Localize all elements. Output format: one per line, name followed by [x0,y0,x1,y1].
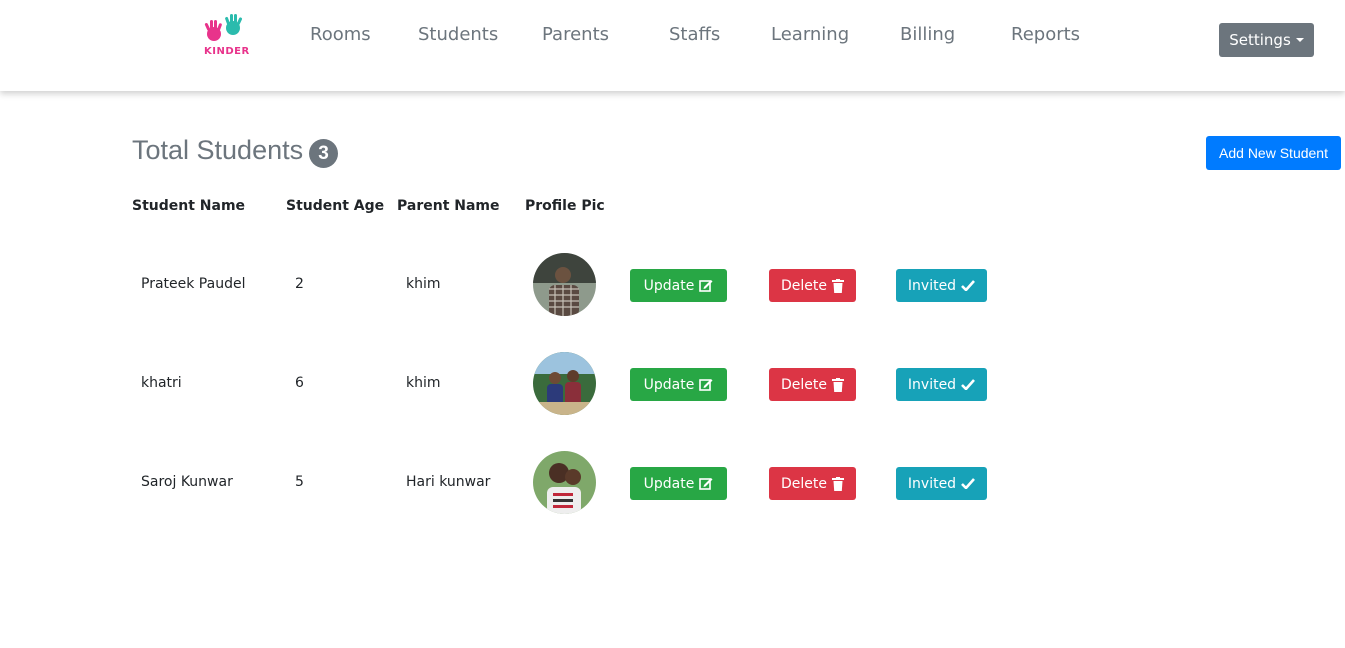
table-row: Saroj Kunwar 5 Hari kunwar Update Delete… [0,448,1345,518]
update-label: Update [643,475,695,492]
nav-item-staffs[interactable]: Staffs [669,24,720,45]
avatar [533,451,596,514]
header-parent-name: Parent Name [397,198,500,214]
table-row: Prateek Paudel 2 khim Update Delete Invi… [0,250,1345,320]
delete-button[interactable]: Delete [769,269,856,302]
avatar [533,352,596,415]
invited-label: Invited [907,277,957,294]
parent-name-cell: khim [406,375,441,391]
edit-icon [699,280,713,292]
settings-label: Settings [1229,31,1291,49]
trash-icon [832,476,844,491]
trash-icon [832,377,844,392]
check-icon [961,280,976,291]
header-profile-pic: Profile Pic [525,198,605,214]
update-button[interactable]: Update [630,467,727,500]
student-age-cell: 2 [295,276,304,292]
nav-item-parents[interactable]: Parents [542,24,609,45]
student-count-badge: 3 [309,139,338,168]
update-label: Update [643,277,695,294]
table-row: khatri 6 khim Update Delete Invited [0,349,1345,419]
edit-icon [699,478,713,490]
logo-text: KINDER [204,46,250,57]
nav-item-billing[interactable]: Billing [900,24,955,45]
kinder-logo[interactable]: KINDER [200,14,250,60]
invited-label: Invited [907,376,957,393]
page-title: Total Students [132,135,304,165]
update-label: Update [643,376,695,393]
avatar [533,253,596,316]
invited-button[interactable]: Invited [896,368,987,401]
edit-icon [699,379,713,391]
delete-button[interactable]: Delete [769,467,856,500]
header-student-age: Student Age [286,198,385,214]
delete-label: Delete [781,277,827,294]
delete-label: Delete [781,376,827,393]
parent-name-cell: khim [406,276,441,292]
nav-item-rooms[interactable]: Rooms [310,24,371,45]
student-age-cell: 5 [295,474,304,490]
student-name-cell: Prateek Paudel [141,276,246,292]
invited-button[interactable]: Invited [896,467,987,500]
nav-item-learning[interactable]: Learning [771,24,849,45]
update-button[interactable]: Update [630,368,727,401]
nav-item-students[interactable]: Students [418,24,498,45]
nav-item-reports[interactable]: Reports [1011,24,1080,45]
caret-down-icon [1295,38,1304,42]
delete-button[interactable]: Delete [769,368,856,401]
check-icon [961,379,976,390]
top-navbar: KINDER Rooms Students Parents Staffs Lea… [0,0,1345,91]
parent-name-cell: Hari kunwar [406,474,491,490]
student-name-cell: khatri [141,375,182,391]
student-age-cell: 6 [295,375,304,391]
update-button[interactable]: Update [630,269,727,302]
invited-label: Invited [907,475,957,492]
header-student-name: Student Name [132,198,246,214]
check-icon [961,478,976,489]
add-new-student-button[interactable]: Add New Student [1206,136,1341,170]
invited-button[interactable]: Invited [896,269,987,302]
trash-icon [832,278,844,293]
hands-logo-icon [204,14,243,41]
student-name-cell: Saroj Kunwar [141,474,233,490]
delete-label: Delete [781,475,827,492]
settings-dropdown-button[interactable]: Settings [1219,23,1314,57]
